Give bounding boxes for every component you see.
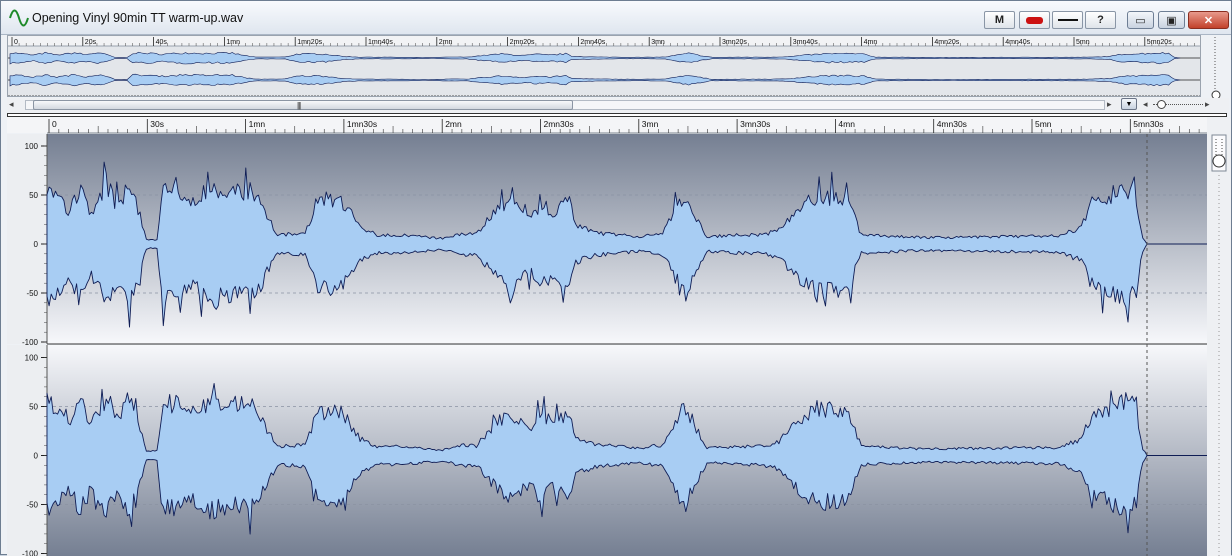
overview-tick-label: 1mn	[226, 39, 240, 46]
close-button[interactable]: ✕	[1188, 11, 1229, 29]
minimize-button[interactable]: ▭	[1127, 11, 1154, 29]
overview-tick-label: 0	[14, 39, 18, 46]
overview-tick-label: 4mn40s	[1005, 39, 1030, 46]
window-title: Opening Vinyl 90min TT warm-up.wav	[32, 11, 243, 25]
close-icon: ✕	[1204, 14, 1213, 27]
amplitude-scale	[7, 134, 47, 344]
overview-tick-label: 20s	[85, 39, 97, 46]
amplitude-label: 100	[25, 142, 39, 151]
maximize-button[interactable]: ▣	[1158, 11, 1185, 29]
zoom-knob[interactable]	[1157, 100, 1166, 109]
amplitude-label: -100	[22, 550, 39, 556]
zoom-in-arrow[interactable]: ◂	[1143, 99, 1148, 110]
scroll-grip: |||	[297, 101, 300, 110]
overview-tick-label: 1mn20s	[297, 39, 322, 46]
timeline-tick-label: 3mn30s	[740, 119, 770, 129]
help-button[interactable]: ?	[1085, 11, 1116, 29]
overview-tick-label: 3mn40s	[793, 39, 818, 46]
amplitude-label: -50	[26, 501, 38, 510]
timeline-tick-label: 1mn	[249, 119, 266, 129]
amplitude-scale	[7, 345, 47, 556]
waveform-canvas[interactable]: 0 30s 1mn 1mn30s 2mn 2mn30s 3mn 3mn30s 4mn 4mn30s…	[7, 117, 1207, 556]
line-icon	[1058, 19, 1078, 21]
overview-tick-label: 5mn	[1076, 39, 1090, 46]
amplitude-label: 100	[25, 354, 39, 363]
amplitude-label: -50	[26, 289, 38, 298]
minimize-icon: ▭	[1135, 14, 1145, 27]
timeline-tick-label: 2mn	[445, 119, 462, 129]
timeline-tick-label: 0	[52, 119, 57, 129]
waveform-app-icon	[9, 9, 29, 27]
overview-panel[interactable]: 0 20s 40s 1mn 1mn20s 1mn40s 2mn 2mn20s 2mn40s 3mn…	[7, 35, 1201, 97]
overview-channel-wave	[10, 74, 1180, 86]
timeline-tick-label: 4mn	[838, 119, 855, 129]
timeline-tick-label: 5mn	[1035, 119, 1052, 129]
record-icon	[1026, 17, 1043, 24]
arrow-left-icon[interactable]: ◂	[9, 99, 14, 110]
record-button[interactable]	[1019, 11, 1050, 29]
marker-label: M	[995, 14, 1004, 26]
timeline-tick-label: 2mn30s	[544, 119, 574, 129]
chevron-down-icon[interactable]: ▼	[1121, 98, 1137, 110]
line-button[interactable]	[1052, 11, 1083, 29]
audio-editor-window: Opening Vinyl 90min TT warm-up.wav M ? ▭…	[0, 0, 1232, 555]
overview-level-handle[interactable]	[1203, 35, 1229, 99]
overview-tick-label: 2mn40s	[580, 39, 605, 46]
overview-tick-label: 3mn	[651, 39, 665, 46]
waveform-view[interactable]: 0 30s 1mn 1mn30s 2mn 2mn30s 3mn 3mn30s 4mn 4mn30s…	[7, 117, 1207, 556]
help-label: ?	[1097, 14, 1104, 26]
timeline-tick-label: 1mn30s	[347, 119, 377, 129]
timeline-tick-label: 30s	[150, 119, 164, 129]
overview-tick-label: 4mn	[864, 39, 878, 46]
overview-tick-label: 2mn20s	[510, 39, 535, 46]
timeline-tick-label: 3mn	[642, 119, 659, 129]
overview-waveform[interactable]: 0 20s 40s 1mn 1mn20s 1mn40s 2mn 2mn20s 2mn40s 3mn…	[8, 36, 1201, 97]
overview-tick-label: 4mn20s	[934, 39, 959, 46]
timeline-tick-label: 5mn30s	[1133, 119, 1163, 129]
horizontal-scrollbar[interactable]: ◂ ||| ▸ ▼ ◂ ▸	[7, 98, 1229, 112]
timeline-tick-label: 4mn30s	[937, 119, 967, 129]
vertical-zoom-control[interactable]	[1207, 117, 1231, 556]
amplitude-label: 50	[29, 191, 38, 200]
arrow-right-icon[interactable]: ▸	[1107, 99, 1112, 110]
amplitude-label: 0	[34, 452, 39, 461]
overview-tick-label: 1mn40s	[368, 39, 393, 46]
overview-tick-label: 3mn20s	[722, 39, 747, 46]
overview-tick-label: 2mn	[439, 39, 453, 46]
overview-tick-label: 40s	[156, 39, 168, 46]
scroll-thumb[interactable]	[33, 100, 573, 110]
overview-tick-label: 5mn20s	[1147, 39, 1172, 46]
amplitude-label: 0	[34, 240, 39, 249]
overview-channel-wave	[10, 52, 1180, 64]
marker-button[interactable]: M	[984, 11, 1015, 29]
maximize-icon: ▣	[1166, 14, 1176, 27]
title-bar: Opening Vinyl 90min TT warm-up.wav M ? ▭…	[1, 1, 1231, 35]
amplitude-label: 50	[29, 403, 38, 412]
zoom-out-arrow[interactable]: ▸	[1205, 99, 1210, 110]
